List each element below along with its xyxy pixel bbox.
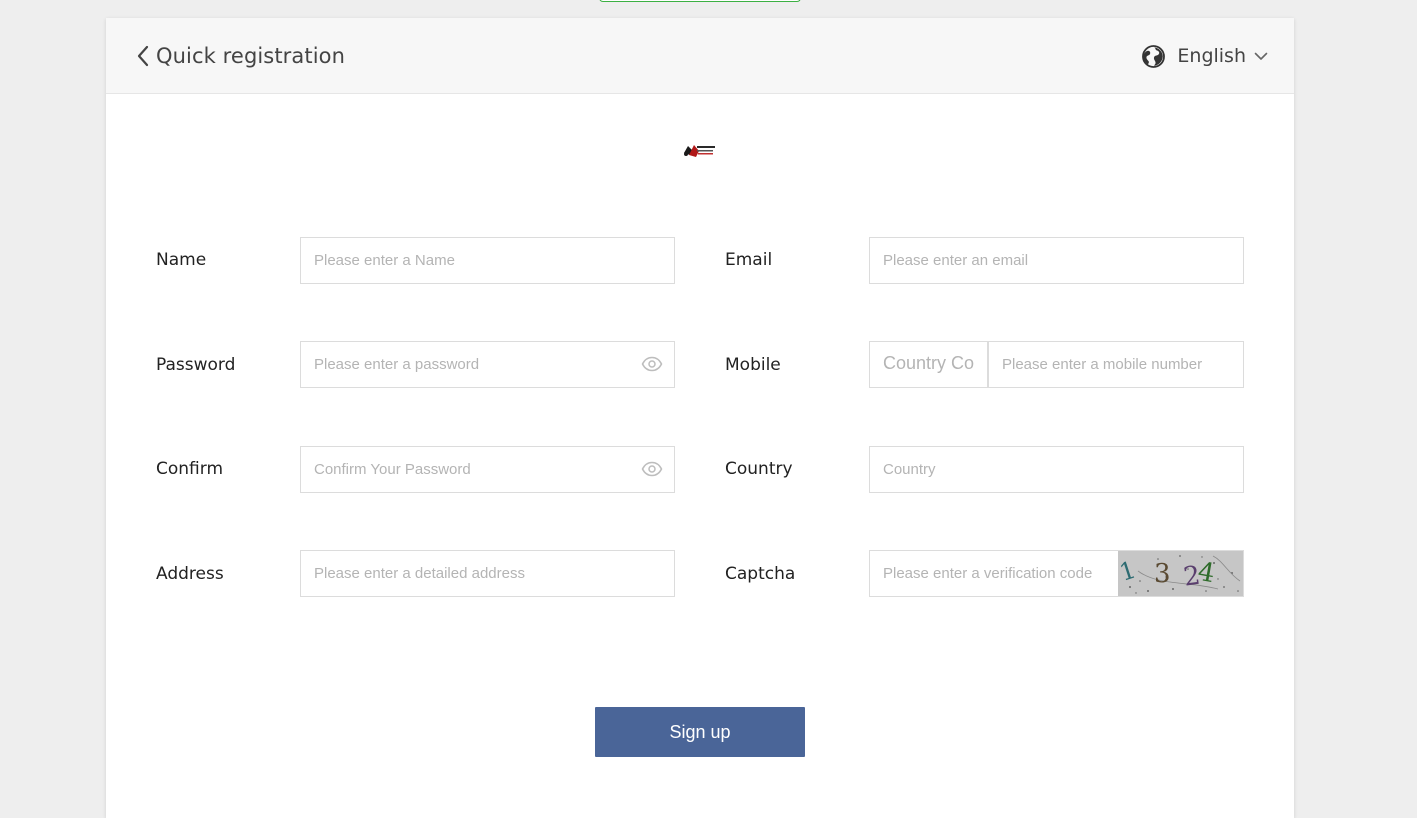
top-indicator-tab: [599, 0, 801, 2]
name-field-wrapper: [300, 237, 675, 284]
email-input[interactable]: [870, 238, 1243, 283]
mobile-label: Mobile: [725, 355, 781, 375]
language-selector[interactable]: English: [1141, 42, 1268, 70]
email-label: Email: [725, 250, 773, 270]
address-input[interactable]: [301, 551, 674, 596]
mobile-input[interactable]: [989, 342, 1243, 387]
registration-card: Quick registration English Name Email: [106, 18, 1294, 818]
password-field-wrapper: [300, 341, 675, 388]
password-label: Password: [156, 355, 236, 375]
confirm-password-input[interactable]: [301, 447, 674, 492]
name-label: Name: [156, 250, 207, 270]
country-code-field-wrapper: [869, 341, 988, 388]
password-input[interactable]: [301, 342, 674, 387]
chevron-down-icon: [1254, 52, 1268, 60]
name-input[interactable]: [301, 238, 674, 283]
card-header: Quick registration English: [106, 18, 1294, 94]
captcha-image[interactable]: 1 3 2 4: [1118, 551, 1243, 596]
language-label: English: [1177, 45, 1246, 67]
email-field-wrapper: [869, 237, 1244, 284]
confirm-label: Confirm: [156, 459, 224, 479]
country-label: Country: [725, 459, 793, 479]
country-field-wrapper: [869, 446, 1244, 493]
country-code-input[interactable]: [870, 342, 987, 387]
eye-icon[interactable]: [641, 356, 663, 372]
captcha-char: 3: [1154, 559, 1171, 589]
page-title: Quick registration: [156, 44, 346, 68]
company-logo: [680, 131, 720, 171]
sign-up-button[interactable]: Sign up: [595, 707, 805, 757]
address-field-wrapper: [300, 550, 675, 597]
back-button[interactable]: Quick registration: [136, 40, 345, 72]
captcha-label: Captcha: [725, 564, 796, 584]
globe-icon: [1142, 44, 1166, 68]
eye-icon[interactable]: [641, 461, 663, 477]
captcha-field-wrapper: 1 3 2 4: [869, 550, 1244, 597]
mobile-field-wrapper: [988, 341, 1244, 388]
country-input[interactable]: [870, 447, 1243, 492]
confirm-field-wrapper: [300, 446, 675, 493]
address-label: Address: [156, 564, 224, 584]
chevron-left-icon: [137, 45, 149, 67]
